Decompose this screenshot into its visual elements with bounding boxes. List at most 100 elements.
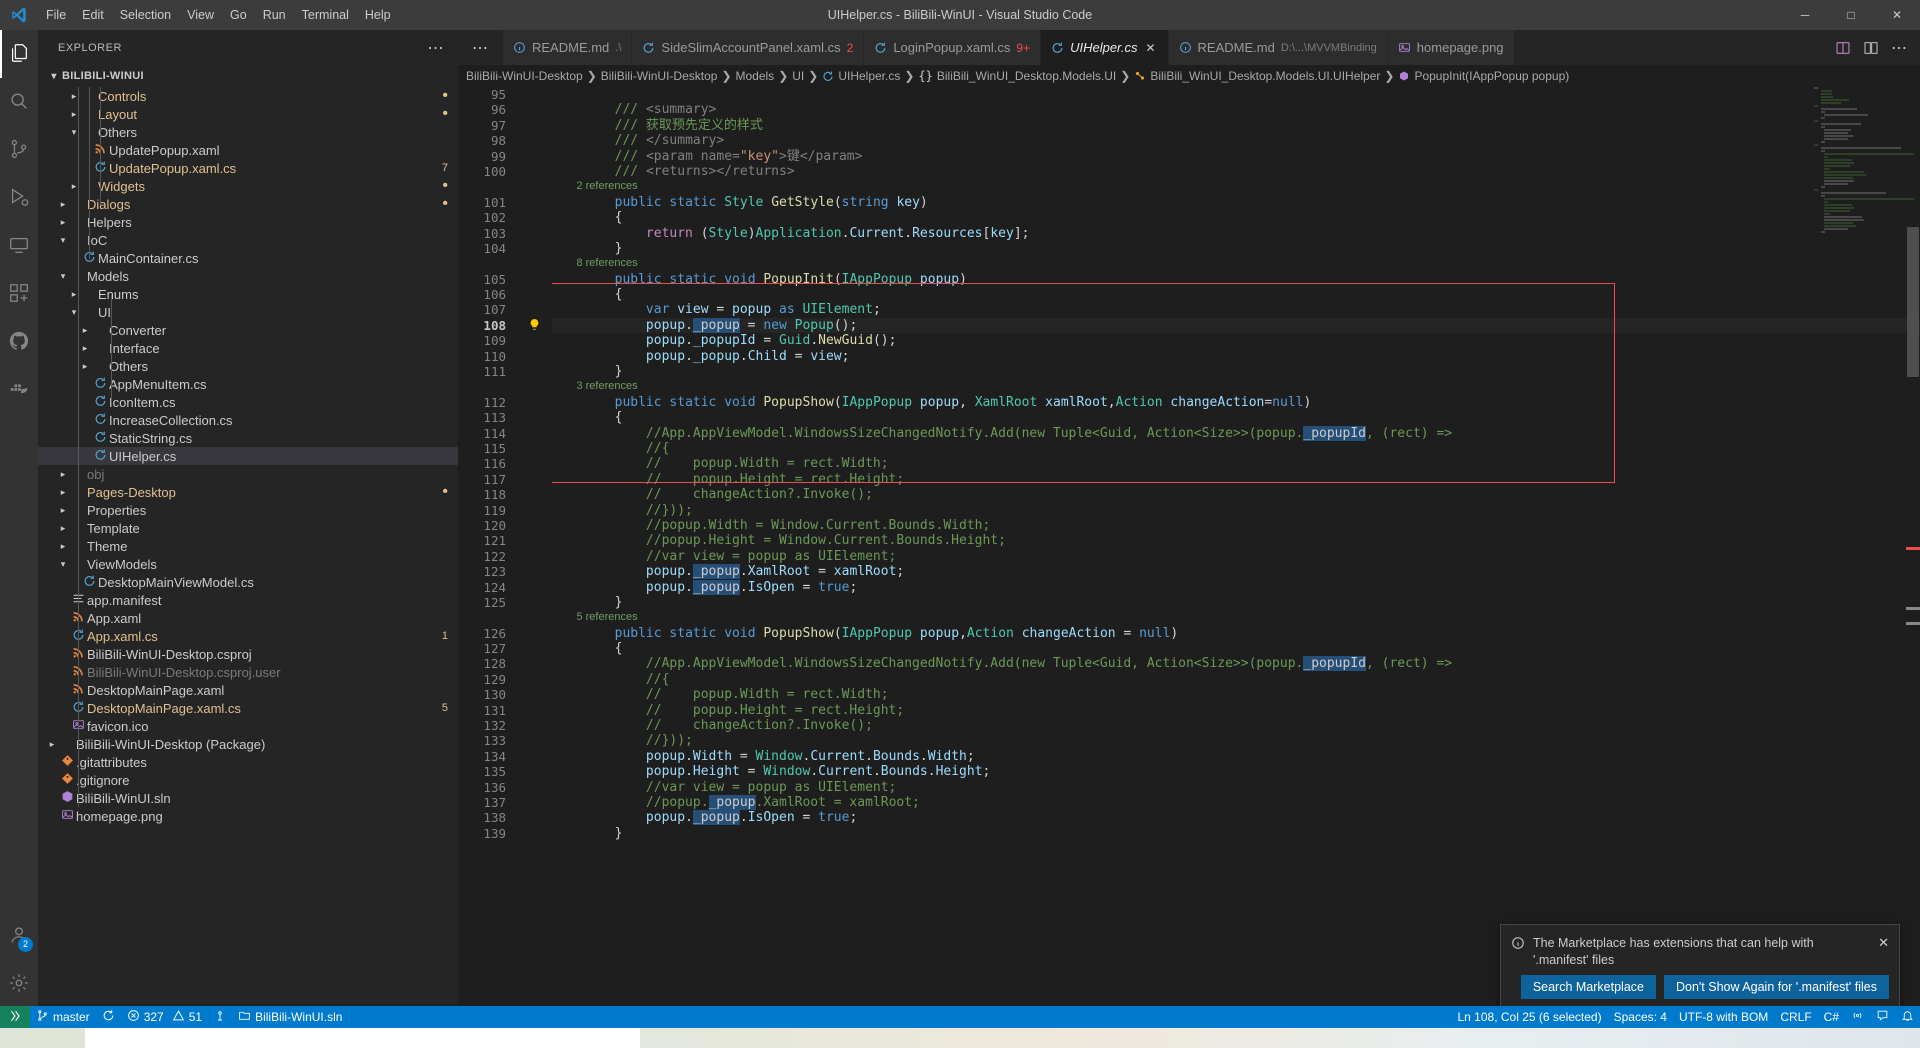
code-editor[interactable]: 95 96 97 98 99 100 101 102 103 104 105 106 107 108 109…: [458, 87, 1920, 1048]
tree-item[interactable]: UpdatePopup.xaml.cs 7: [38, 159, 458, 177]
tree-item[interactable]: DesktopMainPage.xaml.cs 5: [38, 699, 458, 717]
activity-docker[interactable]: [0, 366, 38, 414]
tree-item[interactable]: App.xaml.cs 1: [38, 627, 458, 645]
activity-search[interactable]: [0, 78, 38, 126]
glyph-margin[interactable]: [528, 87, 552, 1048]
breadcrumb-item[interactable]: Models: [736, 69, 775, 83]
code-line[interactable]: }: [552, 595, 1920, 610]
file-tree[interactable]: ▸ Controls • ▸ Layout • ▾ Others UpdatePopup.xam…: [38, 87, 458, 1004]
tree-item[interactable]: ▸ Pages-Desktop •: [38, 483, 458, 501]
breadcrumb-item[interactable]: UIHelper.cs: [822, 69, 900, 83]
workspace-root-row[interactable]: ▾ BILIBILI-WINUI: [38, 65, 458, 87]
code-line[interactable]: popup.Width = Window.Current.Bounds.Widt…: [552, 749, 1920, 764]
tree-item[interactable]: IconItem.cs: [38, 393, 458, 411]
tree-item[interactable]: StaticString.cs: [38, 429, 458, 447]
code-line[interactable]: }: [552, 826, 1920, 841]
breadcrumb-item[interactable]: BiliBili_WinUI_Desktop.Models.UI.UIHelpe…: [1134, 69, 1380, 83]
menu-view[interactable]: View: [179, 0, 222, 30]
menu-help[interactable]: Help: [357, 0, 399, 30]
code-line[interactable]: popup._popup.XamlRoot = xamlRoot;: [552, 564, 1920, 580]
tree-item[interactable]: ▸ obj: [38, 465, 458, 483]
code-line[interactable]: // changeAction?.Invoke();: [552, 487, 1920, 502]
code-line[interactable]: // popup.Height = rect.Height;: [552, 472, 1920, 487]
tree-item[interactable]: DesktopMainViewModel.cs: [38, 573, 458, 591]
tree-item[interactable]: .gitignore: [38, 771, 458, 789]
activity-remote-explorer[interactable]: [0, 222, 38, 270]
tree-item[interactable]: ▸ BiliBili-WinUI-Desktop (Package): [38, 735, 458, 753]
tree-item[interactable]: ▸ Properties: [38, 501, 458, 519]
breadcrumb-item[interactable]: PopupInit(IAppPopup popup): [1398, 69, 1569, 83]
code-line[interactable]: popup._popup.IsOpen = true;: [552, 579, 1920, 595]
menu-selection[interactable]: Selection: [112, 0, 179, 30]
tree-item[interactable]: app.manifest: [38, 591, 458, 609]
activity-explorer[interactable]: [0, 30, 38, 78]
code-line[interactable]: /// <summary>: [552, 102, 1920, 117]
activity-accounts[interactable]: 2: [0, 912, 38, 960]
tree-item[interactable]: favicon.ico: [38, 717, 458, 735]
code-line[interactable]: }: [552, 364, 1920, 379]
codelens-references[interactable]: 2 references: [552, 179, 1920, 194]
tab-overflow-indicator[interactable]: ⋯: [458, 30, 503, 65]
editor-tab[interactable]: homepage.png: [1387, 30, 1515, 65]
tree-item[interactable]: BiliBili-WinUI-Desktop.csproj: [38, 645, 458, 663]
code-line[interactable]: var view = popup as UIElement;: [552, 302, 1920, 317]
editor-tab[interactable]: UIHelper.cs ✕: [1041, 30, 1169, 65]
tree-item[interactable]: UIHelper.cs: [38, 447, 458, 465]
code-line[interactable]: return (Style)Application.Current.Resour…: [552, 226, 1920, 241]
language-mode[interactable]: C#: [1818, 1006, 1845, 1028]
code-line[interactable]: // changeAction?.Invoke();: [552, 718, 1920, 733]
problems-indicator[interactable]: 327 51: [121, 1006, 208, 1028]
menu-edit[interactable]: Edit: [74, 0, 112, 30]
code-line[interactable]: // popup.Height = rect.Height;: [552, 703, 1920, 718]
code-line[interactable]: public static void PopupShow(IAppPopup p…: [552, 395, 1920, 410]
tree-item[interactable]: MainContainer.cs: [38, 249, 458, 267]
code-line[interactable]: //popup.Height = Window.Current.Bounds.H…: [552, 533, 1920, 548]
code-line[interactable]: //App.AppViewModel.WindowsSizeChangedNot…: [552, 656, 1920, 672]
split-editor-right-icon[interactable]: [1830, 35, 1856, 61]
tree-item[interactable]: ▸ Controls •: [38, 87, 458, 105]
menu-go[interactable]: Go: [222, 0, 255, 30]
code-line[interactable]: popup._popup.Child = view;: [552, 349, 1920, 364]
radio-tower[interactable]: [208, 1006, 232, 1028]
explorer-more-icon[interactable]: ⋯: [422, 38, 451, 58]
activity-source-control[interactable]: [0, 126, 38, 174]
maximize-button[interactable]: □: [1828, 0, 1874, 30]
code-line[interactable]: //{: [552, 672, 1920, 687]
tree-item[interactable]: IncreaseCollection.cs: [38, 411, 458, 429]
more-actions-icon[interactable]: ⋯: [1886, 35, 1912, 61]
code-line[interactable]: {: [552, 641, 1920, 656]
tree-item[interactable]: App.xaml: [38, 609, 458, 627]
tree-item[interactable]: ▸ Dialogs •: [38, 195, 458, 213]
code-line[interactable]: public static Style GetStyle(string key): [552, 195, 1920, 210]
dont-show-again-button[interactable]: Don't Show Again for '.manifest' files: [1663, 975, 1889, 999]
code-line[interactable]: //var view = popup as UIElement;: [552, 549, 1920, 564]
tree-item[interactable]: ▸ Enums: [38, 285, 458, 303]
code-line[interactable]: public static void PopupInit(IAppPopup p…: [552, 272, 1920, 287]
tree-item[interactable]: ▾ UI: [38, 303, 458, 321]
code-line[interactable]: popup._popupId = Guid.NewGuid();: [552, 333, 1920, 348]
codelens-references[interactable]: 3 references: [552, 379, 1920, 394]
editor-tab[interactable]: README.md D:\...\MVVMBinding: [1168, 30, 1388, 65]
code-action-lightbulb-icon[interactable]: [528, 318, 552, 333]
tree-item[interactable]: ▸ Others: [38, 357, 458, 375]
notifications-bell[interactable]: [1895, 1006, 1920, 1028]
tree-item[interactable]: ▸ Widgets •: [38, 177, 458, 195]
editor-tab[interactable]: README.md .\: [503, 30, 633, 65]
scrollbar-thumb[interactable]: [1907, 227, 1919, 377]
minimize-button[interactable]: ─: [1782, 0, 1828, 30]
indentation[interactable]: Spaces: 4: [1608, 1006, 1673, 1028]
code-line[interactable]: // popup.Width = rect.Width;: [552, 687, 1920, 702]
editor-tab[interactable]: LoginPopup.xaml.cs 9+: [864, 30, 1042, 65]
breadcrumb-item[interactable]: BiliBili-WinUI-Desktop: [466, 69, 583, 83]
code-line[interactable]: }: [552, 241, 1920, 256]
breadcrumb-item[interactable]: UI: [792, 69, 804, 83]
broadcast-indicator[interactable]: [1845, 1006, 1870, 1028]
code-line[interactable]: //var view = popup as UIElement;: [552, 780, 1920, 795]
close-icon[interactable]: ✕: [1878, 935, 1889, 951]
menu-run[interactable]: Run: [255, 0, 294, 30]
code-line[interactable]: popup.Height = Window.Current.Bounds.Hei…: [552, 764, 1920, 779]
editor-tab[interactable]: SideSlimAccountPanel.xaml.cs 2: [632, 30, 865, 65]
code-line[interactable]: // popup.Width = rect.Width;: [552, 456, 1920, 471]
code-line[interactable]: //popup._popup.XamlRoot = xamlRoot;: [552, 794, 1920, 810]
editor-scrollbar[interactable]: [1906, 87, 1920, 1048]
